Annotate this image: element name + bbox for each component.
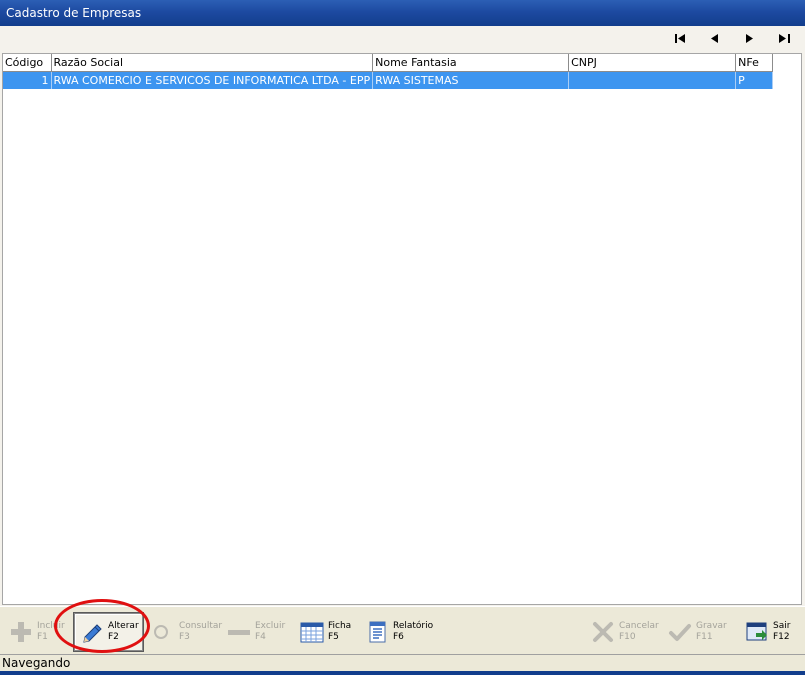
incluir-key: F1 [37,632,48,642]
pencil-icon [81,619,105,645]
relatorio-key: F6 [393,632,404,642]
relatorio-button[interactable]: Relatório F6 [364,613,433,651]
check-icon [667,619,693,645]
skip-last-icon [778,33,790,43]
grid-header: Código Razão Social Nome Fantasia CNPJ N… [3,54,774,72]
exit-window-icon [744,619,770,645]
cell-nfe[interactable]: P [735,71,774,89]
cell-codigo[interactable]: 1 [3,71,52,89]
cell-razao-social[interactable]: RWA COMERCIO E SERVICOS DE INFORMATICA L… [51,71,374,89]
sair-label: Sair [773,621,791,631]
triangle-left-icon [711,33,718,43]
magnifier-icon [150,619,176,645]
skip-first-icon [674,33,685,43]
consultar-button[interactable]: Consultar F3 [150,613,222,651]
next-record-button[interactable] [736,29,762,47]
column-header-razao-social[interactable]: Razão Social [51,54,374,72]
window-bottom-border [0,671,805,675]
column-header-nfe[interactable]: NFe [735,54,774,72]
table-row[interactable]: 1 RWA COMERCIO E SERVICOS DE INFORMATICA… [3,71,774,89]
consultar-key: F3 [179,632,190,642]
column-header-nome-fantasia[interactable]: Nome Fantasia [372,54,570,72]
gravar-label: Gravar [696,621,727,631]
excluir-button[interactable]: Excluir F4 [226,613,285,651]
cancelar-label: Cancelar [619,621,659,631]
column-header-codigo[interactable]: Código [3,54,52,72]
gravar-button[interactable]: Gravar F11 [667,613,727,651]
cell-nome-fantasia[interactable]: RWA SISTEMAS [372,71,570,89]
cancelar-button[interactable]: Cancelar F10 [590,613,659,651]
status-bar: Navegando [0,654,805,671]
sair-button[interactable]: Sair F12 [744,613,790,651]
incluir-button[interactable]: Incluir F1 [8,613,65,651]
ficha-label: Ficha [328,621,352,631]
minus-icon [226,619,252,645]
cancelar-key: F10 [619,632,636,642]
excluir-key: F4 [255,632,266,642]
empresas-grid[interactable]: Código Razão Social Nome Fantasia CNPJ N… [2,53,802,605]
sair-key: F12 [773,632,790,642]
record-navigator [0,26,805,50]
report-icon [364,619,390,645]
action-toolbar: Incluir F1 Alterar F2 Consultar F3 Excluir F… [0,606,805,655]
alterar-key: F2 [108,632,119,642]
plus-icon [8,619,34,645]
ficha-button[interactable]: Ficha F5 [299,613,351,651]
triangle-right-icon [746,33,753,43]
excluir-label: Excluir [255,621,286,631]
calendar-icon [299,619,325,645]
window-title: Cadastro de Empresas [0,0,805,26]
gravar-key: F11 [696,632,713,642]
ficha-key: F5 [328,632,339,642]
x-icon [590,619,616,645]
alterar-label: Alterar [108,621,139,631]
consultar-label: Consultar [179,621,223,631]
alterar-button[interactable]: Alterar F2 [74,613,143,651]
cell-cnpj[interactable] [568,71,737,89]
incluir-label: Incluir [37,621,65,631]
last-record-button[interactable] [771,29,797,47]
column-header-cnpj[interactable]: CNPJ [568,54,737,72]
prev-record-button[interactable] [702,29,728,47]
relatorio-label: Relatório [393,621,434,631]
first-record-button[interactable] [667,29,693,47]
